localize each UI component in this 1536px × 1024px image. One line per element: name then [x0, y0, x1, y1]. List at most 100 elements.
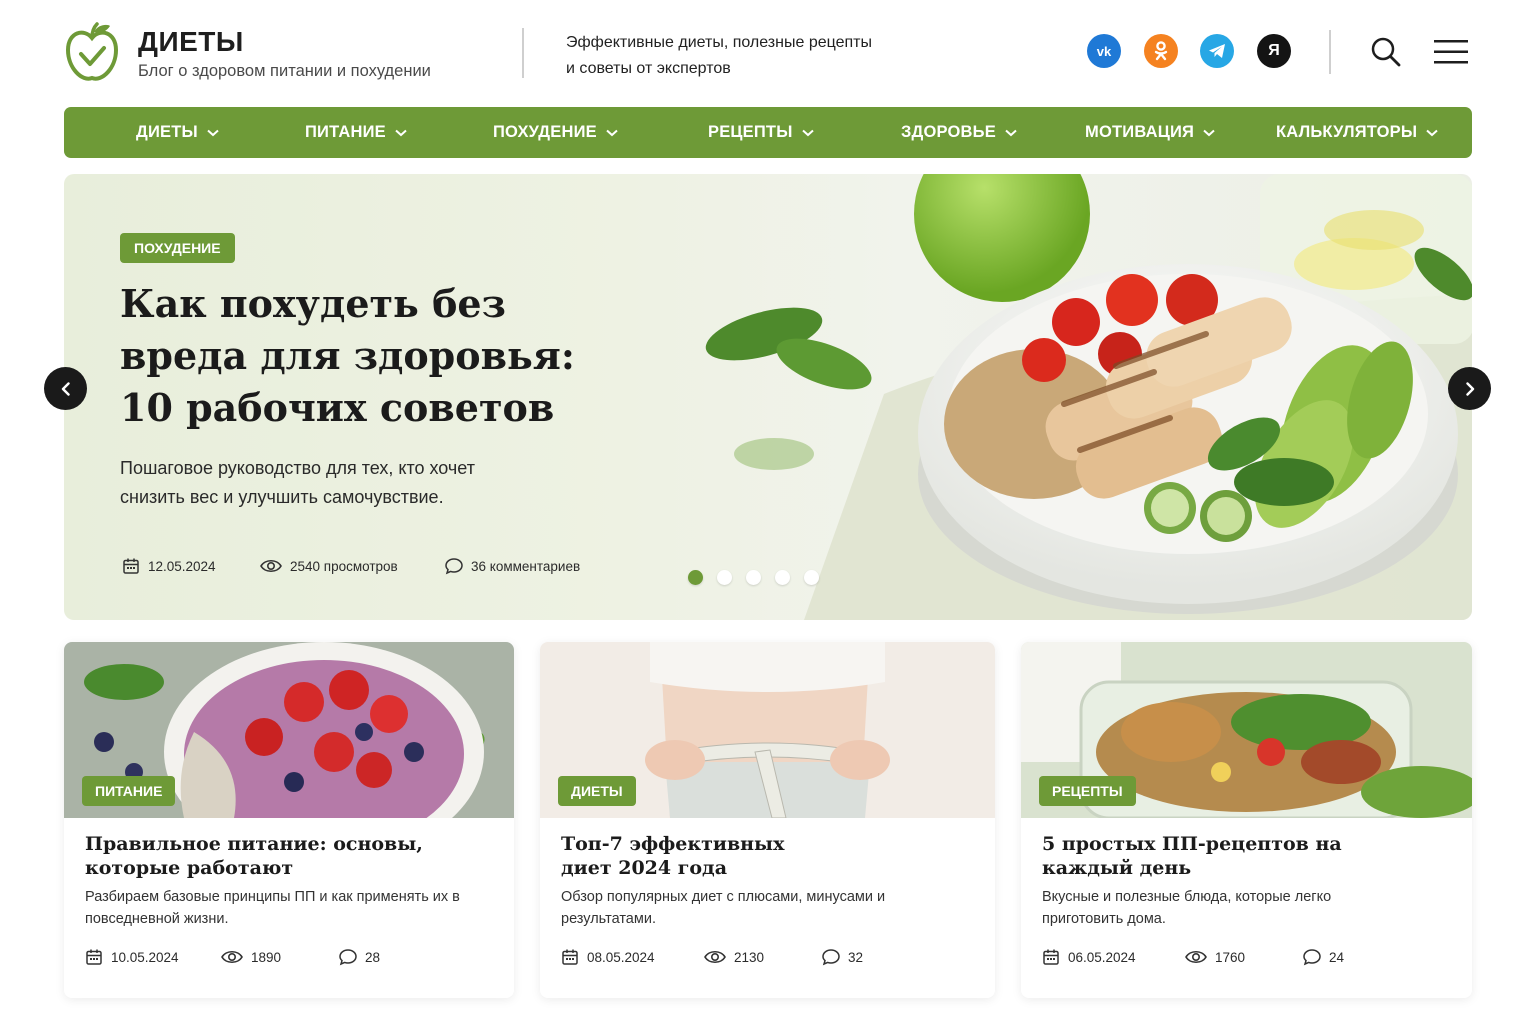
- nav-item-nutrition[interactable]: ПИТАНИЕ: [305, 107, 407, 158]
- card-category-badge[interactable]: ПИТАНИЕ: [82, 776, 176, 806]
- article-card[interactable]: РЕЦЕПТЫ 5 простых ПП-рецептов на каждый …: [1021, 642, 1472, 998]
- chevron-left-icon: [61, 381, 70, 396]
- telegram-icon: [1209, 44, 1225, 58]
- hero-views-text: 2540 просмотров: [290, 558, 398, 574]
- card-date: 10.05.2024: [85, 948, 179, 966]
- tagline-line-1: Эффективные диеты, полезные рецепты: [566, 34, 872, 51]
- eye-icon: [1185, 950, 1207, 964]
- hero-views: 2540 просмотров: [260, 557, 398, 575]
- slider-dot[interactable]: [746, 570, 761, 585]
- card-date-text: 10.05.2024: [111, 949, 179, 965]
- card-views: 1760: [1185, 948, 1245, 966]
- nav-item-weight-loss[interactable]: ПОХУДЕНИЕ: [493, 107, 618, 158]
- slider-pagination: [688, 570, 819, 585]
- card-views-text: 1890: [251, 949, 282, 965]
- slider-next-button[interactable]: [1448, 367, 1491, 410]
- hero-category-badge[interactable]: ПОХУДЕНИЕ: [120, 233, 235, 263]
- chevron-right-icon: [1465, 381, 1474, 396]
- article-card[interactable]: ДИЕТЫ Топ-7 эффективных диет 2024 года О…: [540, 642, 995, 998]
- card-comments[interactable]: 32: [822, 948, 863, 966]
- slider-dot[interactable]: [775, 570, 790, 585]
- comment-icon: [339, 949, 357, 966]
- card-comments[interactable]: 24: [1303, 948, 1344, 966]
- slider-dot[interactable]: [688, 570, 703, 585]
- chevron-down-icon: [1426, 129, 1438, 136]
- card-description: Вкусные и полезные блюда, которые легко …: [1042, 889, 1332, 927]
- apple-logo-icon[interactable]: [64, 22, 120, 84]
- site-header: ДИЕТЫ Блог о здоровом питании и похудени…: [0, 0, 1536, 106]
- card-title[interactable]: Топ-7 эффективных диет 2024 года: [561, 832, 841, 880]
- nav-item-label: ПИТАНИЕ: [305, 123, 386, 141]
- yandex-icon: Я: [1268, 42, 1280, 59]
- card-date: 06.05.2024: [1042, 948, 1136, 966]
- site-title[interactable]: ДИЕТЫ: [138, 26, 244, 58]
- card-title[interactable]: Правильное питание: основы, которые рабо…: [85, 832, 465, 880]
- slider-dot[interactable]: [717, 570, 732, 585]
- eye-icon: [260, 559, 282, 573]
- nav-item-motivation[interactable]: МОТИВАЦИЯ: [1085, 107, 1215, 158]
- card-views-text: 2130: [734, 949, 765, 965]
- chevron-down-icon: [395, 129, 407, 136]
- nav-item-label: ДИЕТЫ: [136, 123, 198, 141]
- search-icon[interactable]: [1370, 36, 1402, 68]
- hero-description: Пошаговое руководство для тех, кто хочет…: [120, 458, 475, 507]
- nav-item-label: ЗДОРОВЬЕ: [901, 123, 996, 141]
- chevron-down-icon: [606, 129, 618, 136]
- calendar-icon: [562, 949, 578, 965]
- card-date: 08.05.2024: [561, 948, 655, 966]
- yandex-social-button[interactable]: Я: [1257, 34, 1291, 68]
- card-comments[interactable]: 28: [339, 948, 380, 966]
- card-date-text: 06.05.2024: [1068, 949, 1136, 965]
- hero-slider: ПОХУДЕНИЕ Как похудеть без вреда для здо…: [64, 174, 1472, 620]
- chevron-down-icon: [801, 129, 814, 136]
- card-views-text: 1760: [1215, 949, 1246, 965]
- card-title[interactable]: 5 простых ПП-рецептов на каждый день: [1042, 832, 1412, 880]
- vk-social-button[interactable]: vk: [1087, 34, 1121, 68]
- nav-item-health[interactable]: ЗДОРОВЬЕ: [901, 107, 1017, 158]
- card-description: Разбираем базовые принципы ПП и как прим…: [85, 889, 460, 927]
- chevron-down-icon: [207, 129, 219, 136]
- nav-item-recipes[interactable]: РЕЦЕПТЫ: [708, 107, 814, 158]
- comment-icon: [822, 949, 840, 966]
- chevron-down-icon: [1203, 129, 1215, 136]
- nav-item-label: КАЛЬКУЛЯТОРЫ: [1276, 123, 1418, 141]
- comment-icon: [1303, 949, 1321, 966]
- card-date-text: 08.05.2024: [587, 949, 655, 965]
- menu-icon[interactable]: [1434, 38, 1468, 66]
- header-divider: [522, 28, 524, 78]
- nav-item-calculators[interactable]: КАЛЬКУЛЯТОРЫ: [1276, 107, 1438, 158]
- eye-icon: [704, 950, 726, 964]
- card-comments-text: 32: [848, 949, 864, 965]
- telegram-social-button[interactable]: [1200, 34, 1234, 68]
- card-category-badge[interactable]: РЕЦЕПТЫ: [1039, 776, 1136, 806]
- hero-title[interactable]: Как похудеть без вреда для здоровья: 10 …: [120, 278, 630, 434]
- card-views: 2130: [704, 948, 764, 966]
- tagline-line-2: и советы от экспертов: [566, 60, 731, 77]
- calendar-icon: [1043, 949, 1059, 965]
- slider-dot[interactable]: [804, 570, 819, 585]
- calendar-icon: [123, 558, 139, 574]
- nav-item-label: ПОХУДЕНИЕ: [493, 123, 597, 141]
- site-tagline: Эффективные диеты, полезные рецепты и со…: [566, 30, 926, 82]
- calendar-icon: [86, 949, 102, 965]
- hero-comments-text: 36 комментариев: [471, 558, 581, 574]
- ok-social-button[interactable]: [1144, 34, 1178, 68]
- odnoklassniki-icon: [1154, 41, 1168, 61]
- nav-item-diets[interactable]: ДИЕТЫ: [136, 107, 219, 158]
- hero-comments[interactable]: 36 комментариев: [445, 557, 580, 575]
- article-card[interactable]: ПИТАНИЕ Правильное питание: основы, кото…: [64, 642, 514, 998]
- card-category-badge[interactable]: ДИЕТЫ: [558, 776, 636, 806]
- eye-icon: [221, 950, 243, 964]
- vk-icon: vk: [1096, 43, 1112, 59]
- card-comments-text: 24: [1329, 949, 1345, 965]
- card-description: Обзор популярных диет с плюсами, минусам…: [561, 889, 886, 927]
- card-views: 1890: [221, 948, 281, 966]
- comment-icon: [445, 558, 463, 575]
- nav-item-label: МОТИВАЦИЯ: [1085, 123, 1195, 141]
- slider-prev-button[interactable]: [44, 367, 87, 410]
- site-subtitle: Блог о здоровом питании и похудении: [138, 62, 431, 80]
- hero-date: 12.05.2024: [122, 557, 216, 575]
- card-comments-text: 28: [365, 949, 381, 965]
- hero-salad-bowl-image[interactable]: [684, 174, 1472, 620]
- chevron-down-icon: [1005, 129, 1017, 136]
